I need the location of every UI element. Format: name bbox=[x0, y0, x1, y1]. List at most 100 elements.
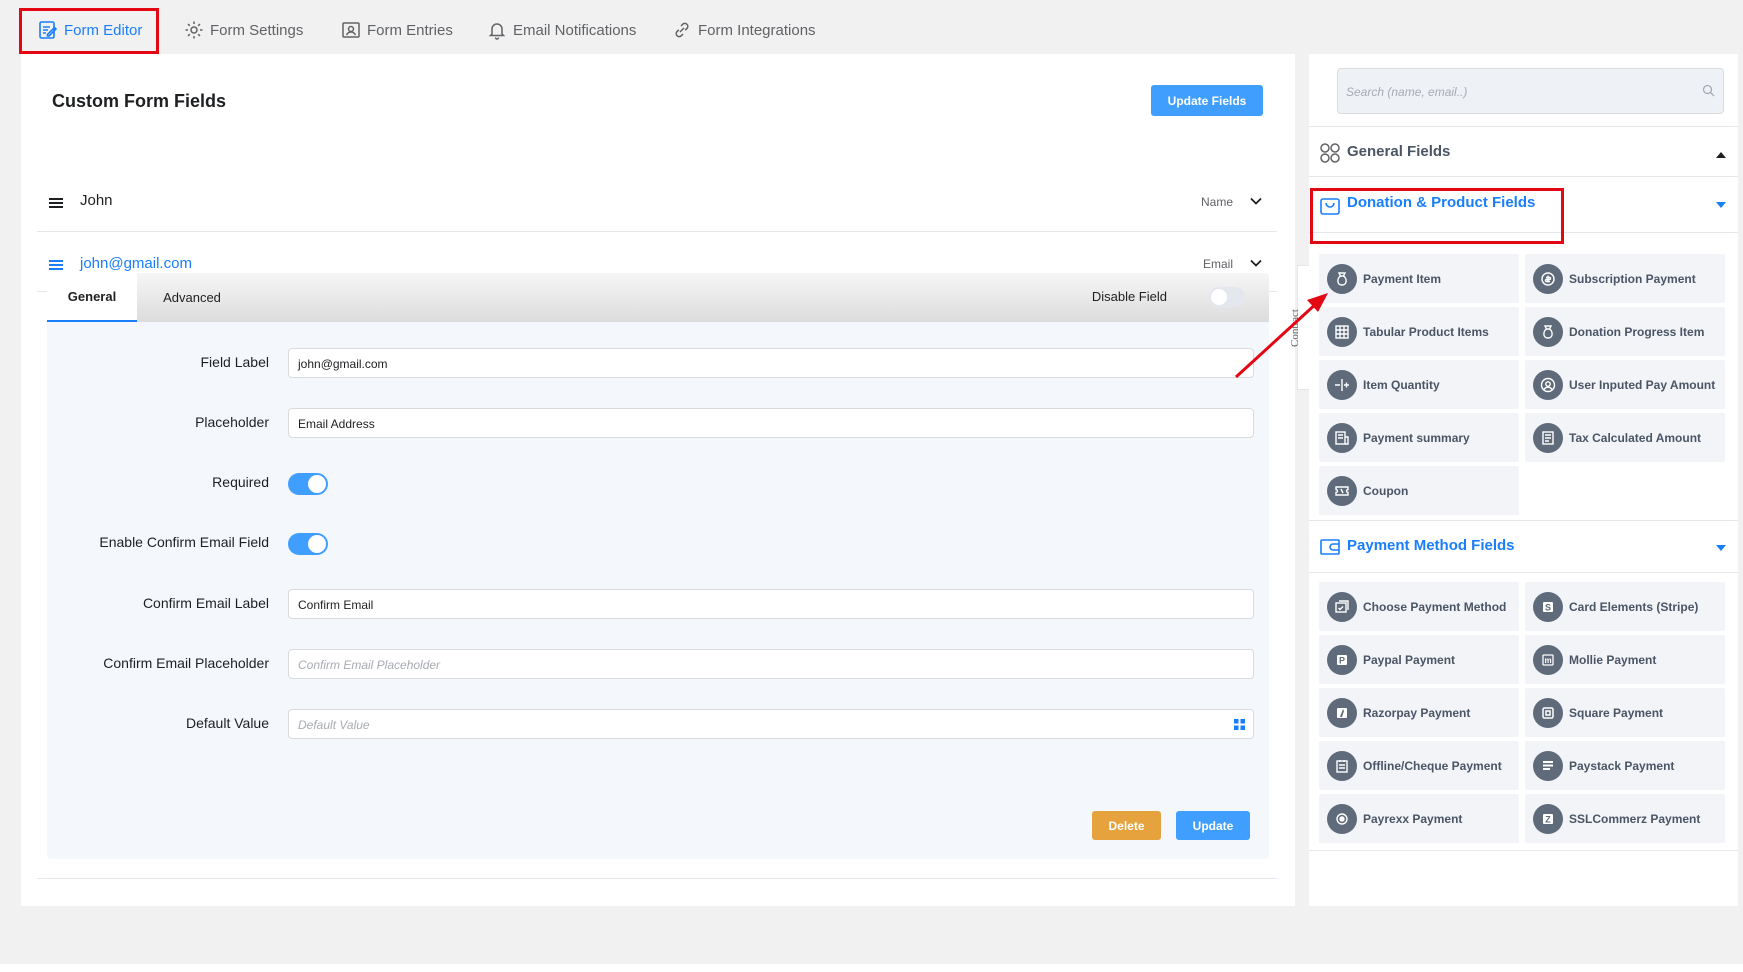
enable-confirm-toggle[interactable] bbox=[288, 533, 328, 555]
chevron-down-icon[interactable] bbox=[1249, 194, 1263, 208]
confirm-placeholder-caption: Confirm Email Placeholder bbox=[103, 655, 269, 671]
chevron-down-icon[interactable] bbox=[1249, 256, 1263, 270]
drag-handle-icon[interactable] bbox=[49, 260, 63, 270]
drag-handle-icon[interactable] bbox=[49, 198, 63, 208]
highlight-box-donation bbox=[1310, 188, 1564, 244]
grid-circles-icon bbox=[1320, 143, 1340, 163]
tab-form-integrations[interactable]: Form Integrations bbox=[672, 20, 816, 40]
square-icon bbox=[1533, 697, 1563, 728]
receipt-icon bbox=[1327, 422, 1357, 453]
confirm-label-caption: Confirm Email Label bbox=[142, 595, 269, 611]
field-payment-item[interactable]: Payment Item bbox=[1319, 254, 1519, 303]
tab-form-settings[interactable]: Form Settings bbox=[184, 20, 303, 40]
field-label: Tabular Product Items bbox=[1363, 324, 1489, 339]
mollie-icon: m bbox=[1533, 644, 1563, 675]
field-item-quantity[interactable]: Item Quantity bbox=[1319, 360, 1519, 409]
field-subscription-payment[interactable]: Subscription Payment bbox=[1525, 254, 1725, 303]
tab-general[interactable]: General bbox=[47, 273, 137, 322]
field-paypal-payment[interactable]: P Paypal Payment bbox=[1319, 635, 1519, 684]
field-label: Subscription Payment bbox=[1569, 271, 1696, 286]
delete-button[interactable]: Delete bbox=[1092, 811, 1161, 840]
field-label: Payment summary bbox=[1363, 430, 1470, 445]
field-label-caption: Field Label bbox=[200, 354, 270, 370]
row-placeholder: Placeholder Email Address bbox=[47, 408, 1269, 438]
field-label: Square Payment bbox=[1569, 705, 1664, 720]
cheque-icon bbox=[1327, 750, 1357, 781]
tab-label: Email Notifications bbox=[513, 21, 637, 39]
caret-down-icon bbox=[1716, 202, 1726, 208]
tab-form-entries[interactable]: Form Entries bbox=[341, 20, 453, 40]
card-check-icon bbox=[1327, 591, 1357, 622]
top-nav: Form Editor Form Settings Form Entries E… bbox=[0, 6, 1743, 54]
page-title: Custom Form Fields bbox=[52, 91, 227, 111]
field-label: Choose Payment Method bbox=[1363, 599, 1507, 614]
wallet-icon bbox=[1320, 539, 1340, 555]
default-value-input[interactable]: Default Value bbox=[288, 709, 1254, 739]
section-payment-method-fields[interactable]: Payment Method Fields bbox=[1309, 520, 1738, 572]
field-offline-cheque-payment[interactable]: Offline/Cheque Payment bbox=[1319, 741, 1519, 790]
field-editor: General Advanced Disable Field Field Lab… bbox=[47, 273, 1269, 859]
coin-icon bbox=[1533, 263, 1563, 294]
required-toggle[interactable] bbox=[288, 473, 328, 495]
field-donation-progress-item[interactable]: Donation Progress Item bbox=[1525, 307, 1725, 356]
tab-label: Form Settings bbox=[210, 21, 304, 39]
gear-icon bbox=[185, 21, 203, 39]
highlight-box-form-editor bbox=[19, 8, 159, 54]
tab-advanced[interactable]: Advanced bbox=[137, 273, 247, 322]
field-razorpay-payment[interactable]: Razorpay Payment bbox=[1319, 688, 1519, 737]
row-field-label: Field Label john@gmail.com bbox=[47, 348, 1269, 378]
field-row-name[interactable]: John Name bbox=[37, 172, 1277, 232]
user-card-icon bbox=[342, 22, 360, 38]
enable-confirm-caption: Enable Confirm Email Field bbox=[99, 534, 269, 550]
update-fields-button[interactable]: Update Fields bbox=[1151, 85, 1263, 116]
svg-text:S: S bbox=[1545, 602, 1551, 612]
placeholder-input[interactable]: Email Address bbox=[288, 408, 1254, 438]
field-user-inputed-pay-amount[interactable]: User Inputed Pay Amount bbox=[1525, 360, 1725, 409]
field-type: Name bbox=[1200, 195, 1233, 209]
field-label: Paypal Payment bbox=[1363, 652, 1456, 667]
disable-field-toggle[interactable] bbox=[1209, 287, 1245, 307]
user-circle-icon bbox=[1533, 369, 1563, 400]
search-input[interactable]: Search (name, email..) bbox=[1337, 68, 1724, 114]
divider bbox=[37, 878, 1277, 879]
field-mollie-payment[interactable]: m Mollie Payment bbox=[1525, 635, 1725, 684]
disable-field-label: Disable Field bbox=[1091, 289, 1167, 304]
table-icon bbox=[1327, 316, 1357, 347]
field-sslcommerz-payment[interactable]: Z SSLCommerz Payment bbox=[1525, 794, 1725, 843]
field-label: Card Elements (Stripe) bbox=[1569, 599, 1699, 614]
caret-down-icon bbox=[1716, 545, 1726, 551]
row-confirm-label: Confirm Email Label Confirm Email bbox=[47, 589, 1269, 619]
editor-tabs: General Advanced Disable Field bbox=[47, 273, 1269, 322]
field-tabular-product-items[interactable]: Tabular Product Items bbox=[1319, 307, 1519, 356]
field-coupon[interactable]: Coupon bbox=[1319, 466, 1519, 515]
tab-label: Form Entries bbox=[367, 21, 453, 39]
money-bag-icon bbox=[1327, 263, 1357, 294]
field-payment-summary[interactable]: Payment summary bbox=[1319, 413, 1519, 462]
field-label: SSLCommerz Payment bbox=[1569, 811, 1701, 826]
search-icon bbox=[1702, 84, 1715, 97]
field-paystack-payment[interactable]: Paystack Payment bbox=[1525, 741, 1725, 790]
divider bbox=[1309, 850, 1738, 851]
tab-email-notifications[interactable]: Email Notifications bbox=[487, 20, 636, 40]
field-card-elements-stripe[interactable]: S Card Elements (Stripe) bbox=[1525, 582, 1725, 631]
stripe-icon: S bbox=[1533, 591, 1563, 622]
field-label: John bbox=[80, 192, 113, 209]
field-label: Offline/Cheque Payment bbox=[1363, 758, 1502, 773]
divider bbox=[1309, 572, 1738, 573]
field-square-payment[interactable]: Square Payment bbox=[1525, 688, 1725, 737]
field-choose-payment-method[interactable]: Choose Payment Method bbox=[1319, 582, 1519, 631]
field-label-input[interactable]: john@gmail.com bbox=[288, 348, 1254, 378]
field-payrexx-payment[interactable]: Payrexx Payment bbox=[1319, 794, 1519, 843]
confirm-placeholder-input[interactable]: Confirm Email Placeholder bbox=[288, 649, 1254, 679]
field-type: Email bbox=[1202, 257, 1233, 271]
section-general-fields[interactable]: General Fields bbox=[1309, 126, 1738, 178]
paypal-icon: P bbox=[1327, 644, 1357, 675]
confirm-label-input[interactable]: Confirm Email bbox=[288, 589, 1254, 619]
row-default-value: Default Value Default Value bbox=[47, 709, 1269, 739]
section-title: Payment Method Fields bbox=[1347, 537, 1515, 554]
field-tax-calculated-amount[interactable]: Tax Calculated Amount bbox=[1525, 413, 1725, 462]
update-button[interactable]: Update bbox=[1176, 811, 1250, 840]
grid-icon[interactable] bbox=[1234, 719, 1245, 730]
field-label: Donation Progress Item bbox=[1569, 324, 1705, 339]
money-bag-icon bbox=[1533, 316, 1563, 347]
